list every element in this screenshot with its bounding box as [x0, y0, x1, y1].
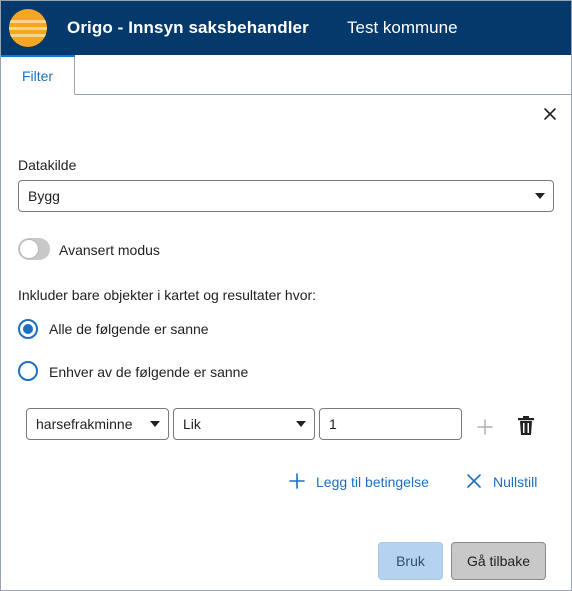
advanced-mode-label: Avansert modus	[59, 242, 160, 258]
reset-button[interactable]: Nullstill	[466, 473, 541, 491]
plus-icon	[289, 473, 305, 489]
datasource-select[interactable]: Bygg	[18, 180, 554, 212]
chevron-down-icon	[535, 193, 545, 199]
chevron-down-icon	[296, 421, 306, 427]
app-header: Origo - Innsyn saksbehandler Test kommun…	[1, 1, 571, 55]
radio-any-true-label: Enhver av de følgende er sanne	[49, 364, 249, 380]
filter-window: Origo - Innsyn saksbehandler Test kommun…	[0, 0, 572, 591]
tab-filter-label: Filter	[21, 68, 54, 84]
radio-any-true[interactable]	[18, 361, 38, 381]
datasource-selected-value: Bygg	[28, 188, 60, 204]
tab-bar: Filter	[1, 55, 571, 95]
add-condition-inline-button[interactable]	[475, 417, 495, 437]
app-title: Origo - Innsyn saksbehandler	[67, 18, 309, 37]
trash-icon	[518, 416, 534, 435]
close-icon	[544, 108, 556, 120]
condition-value-input[interactable]: 1	[319, 408, 462, 440]
radio-all-true[interactable]	[18, 319, 38, 339]
origo-logo-icon	[9, 9, 47, 47]
close-icon	[467, 474, 481, 488]
close-button[interactable]	[539, 103, 561, 125]
condition-field-select[interactable]: harsefrakminne	[26, 408, 169, 440]
reset-label: Nullstill	[493, 474, 538, 490]
back-button[interactable]: Gå tilbake	[451, 542, 546, 580]
condition-field-value: harsefrakminne	[36, 416, 133, 432]
delete-condition-button[interactable]	[516, 415, 536, 437]
org-title: Test kommune	[347, 18, 458, 37]
toggle-knob	[19, 239, 39, 259]
include-label: Inkluder bare objekter i kartet og resul…	[18, 287, 317, 303]
chevron-down-icon	[150, 421, 160, 427]
radio-all-true-label: Alle de følgende er sanne	[49, 321, 209, 337]
apply-button[interactable]: Bruk	[378, 542, 443, 580]
condition-operator-select[interactable]: Lik	[173, 408, 315, 440]
tab-active-indicator	[1, 55, 75, 57]
advanced-mode-toggle[interactable]	[18, 238, 50, 260]
datasource-label: Datakilde	[18, 157, 77, 173]
add-condition-label: Legg til betingelse	[316, 474, 429, 490]
radio-dot	[23, 324, 33, 334]
condition-operator-value: Lik	[183, 416, 201, 432]
plus-icon	[477, 419, 493, 435]
tab-filter[interactable]: Filter	[1, 55, 75, 95]
add-condition-button[interactable]: Legg til betingelse	[289, 473, 429, 491]
